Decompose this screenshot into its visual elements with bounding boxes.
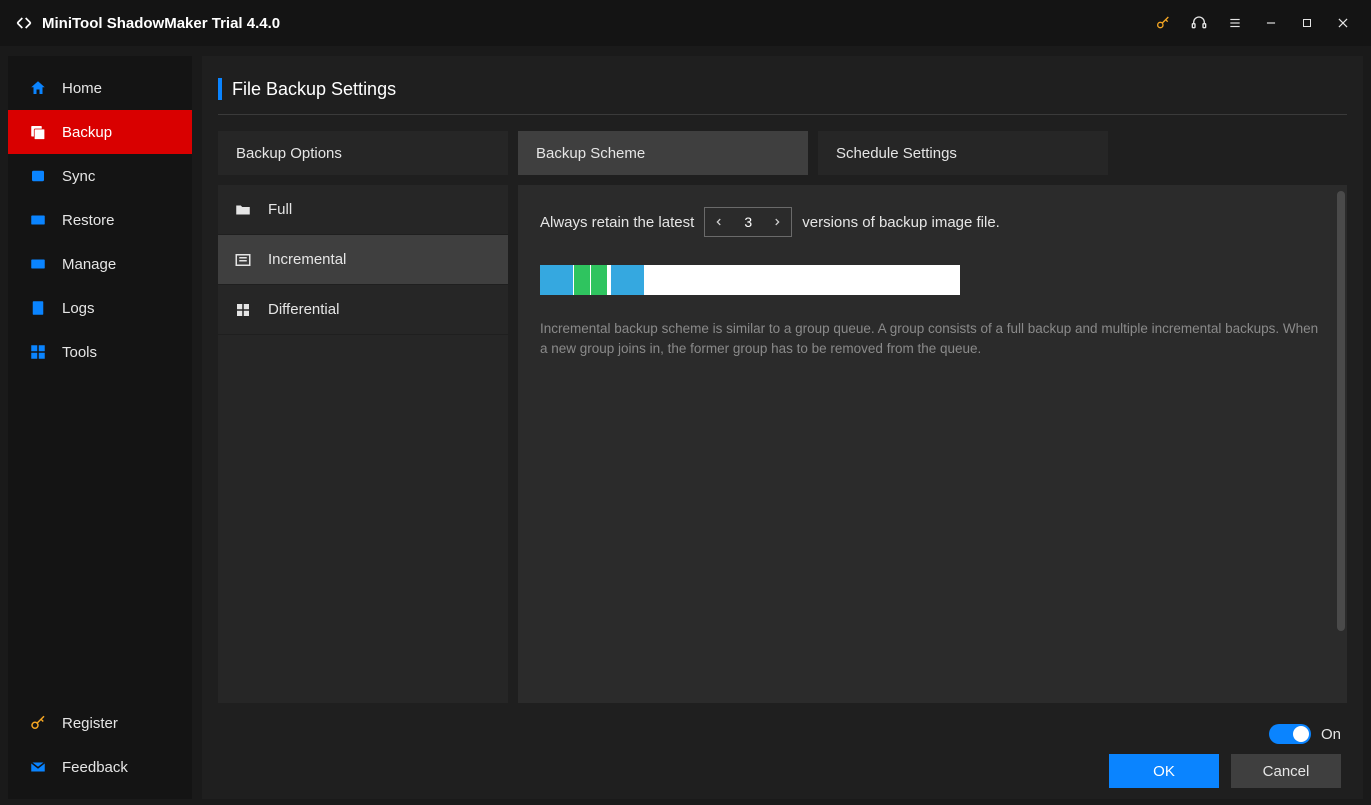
maximize-icon[interactable]	[1289, 0, 1325, 46]
toggle-label: On	[1321, 726, 1341, 743]
scheme-item-full[interactable]: Full	[218, 185, 508, 235]
sidebar-item-label: Restore	[62, 212, 115, 229]
sidebar-item-manage[interactable]: Manage	[8, 242, 192, 286]
sidebar-item-label: Register	[62, 715, 118, 732]
folder-icon	[234, 201, 252, 219]
scheme-item-label: Full	[268, 201, 292, 218]
sidebar-item-home[interactable]: Home	[8, 66, 192, 110]
app-logo-icon	[14, 13, 34, 33]
list-icon	[234, 251, 252, 269]
version-value: 3	[744, 214, 752, 230]
scheme-item-incremental[interactable]: Incremental	[218, 235, 508, 285]
sidebar-item-label: Home	[62, 80, 102, 97]
sidebar: Home Backup Sync Restore Manage Logs	[8, 56, 192, 799]
sidebar-item-tools[interactable]: Tools	[8, 330, 192, 374]
backup-blocks-diagram	[540, 265, 960, 295]
restore-icon	[28, 210, 48, 230]
sidebar-item-label: Feedback	[62, 759, 128, 776]
cancel-button[interactable]: Cancel	[1231, 754, 1341, 788]
key-icon[interactable]	[1145, 0, 1181, 46]
backup-icon	[28, 122, 48, 142]
chevron-right-icon[interactable]	[771, 217, 783, 227]
retain-suffix: versions of backup image file.	[802, 214, 1000, 231]
version-stepper[interactable]: 3	[704, 207, 792, 237]
content-area: File Backup Settings Backup Options Back…	[202, 56, 1363, 799]
mail-icon	[28, 757, 48, 777]
tab-schedule-settings[interactable]: Schedule Settings	[818, 131, 1108, 175]
app-title: MiniTool ShadowMaker Trial 4.4.0	[42, 15, 280, 32]
block-full	[540, 265, 573, 295]
tab-backup-options[interactable]: Backup Options	[218, 131, 508, 175]
footer: On OK Cancel	[202, 719, 1363, 799]
register-key-icon	[28, 713, 48, 733]
scheme-item-label: Incremental	[268, 251, 346, 268]
sync-icon	[28, 166, 48, 186]
minimize-icon[interactable]	[1253, 0, 1289, 46]
sidebar-item-label: Backup	[62, 124, 112, 141]
sidebar-item-label: Tools	[62, 344, 97, 361]
block-full	[611, 265, 644, 295]
sidebar-item-restore[interactable]: Restore	[8, 198, 192, 242]
retain-prefix: Always retain the latest	[540, 214, 694, 231]
sidebar-item-logs[interactable]: Logs	[8, 286, 192, 330]
block-incremental	[573, 265, 590, 295]
scheme-item-differential[interactable]: Differential	[218, 285, 508, 335]
menu-icon[interactable]	[1217, 0, 1253, 46]
grid-icon	[234, 301, 252, 319]
support-icon[interactable]	[1181, 0, 1217, 46]
manage-icon	[28, 254, 48, 274]
tools-icon	[28, 342, 48, 362]
scheme-description: Incremental backup scheme is similar to …	[540, 319, 1320, 360]
chevron-left-icon[interactable]	[713, 217, 725, 227]
block-incremental	[590, 265, 607, 295]
close-icon[interactable]	[1325, 0, 1361, 46]
home-icon	[28, 78, 48, 98]
sidebar-item-label: Manage	[62, 256, 116, 273]
scheme-toggle[interactable]	[1269, 724, 1311, 744]
sidebar-item-backup[interactable]: Backup	[8, 110, 192, 154]
sidebar-item-label: Sync	[62, 168, 95, 185]
logs-icon	[28, 298, 48, 318]
titlebar: MiniTool ShadowMaker Trial 4.4.0	[0, 0, 1371, 46]
scheme-list: Full Incremental Differential	[218, 185, 508, 703]
sidebar-item-register[interactable]: Register	[8, 701, 192, 745]
detail-panel: Always retain the latest 3 versions of b…	[518, 185, 1347, 703]
ok-button[interactable]: OK	[1109, 754, 1219, 788]
scrollbar-thumb[interactable]	[1337, 191, 1345, 631]
retain-row: Always retain the latest 3 versions of b…	[540, 207, 1325, 237]
page-title: File Backup Settings	[232, 79, 396, 100]
sidebar-item-feedback[interactable]: Feedback	[8, 745, 192, 789]
scheme-item-label: Differential	[268, 301, 339, 318]
sidebar-item-sync[interactable]: Sync	[8, 154, 192, 198]
sidebar-item-label: Logs	[62, 300, 95, 317]
tab-backup-scheme[interactable]: Backup Scheme	[518, 131, 808, 175]
tabs-row: Backup Options Backup Scheme Schedule Se…	[202, 115, 1363, 175]
